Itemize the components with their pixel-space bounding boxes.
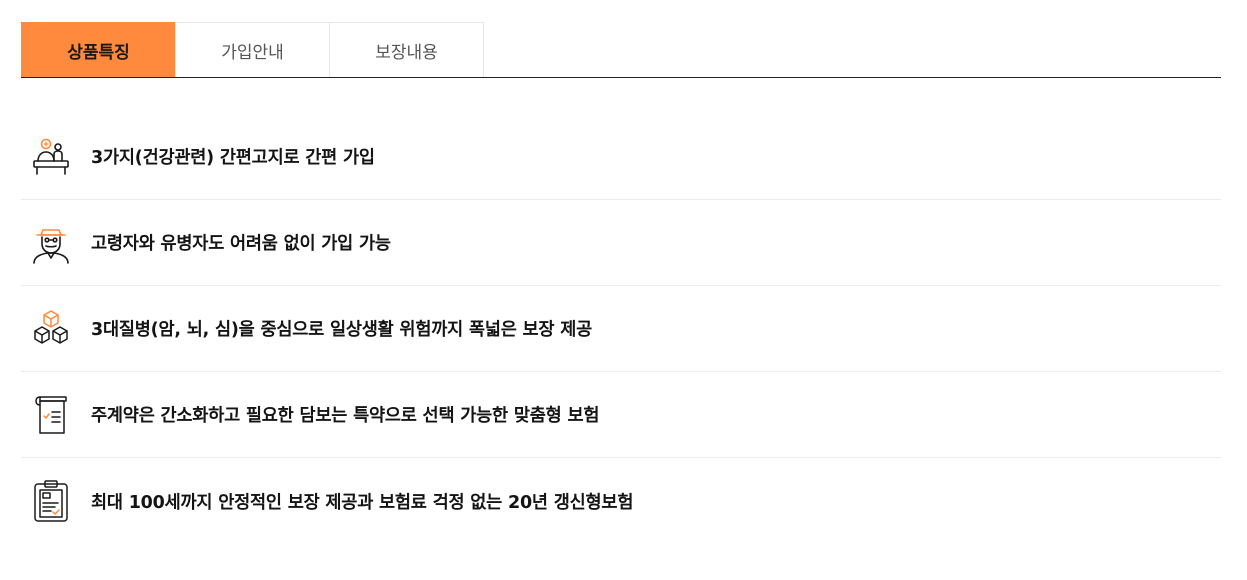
feature-text: 주계약은 간소화하고 필요한 담보는 특약으로 선택 가능한 맞춤형 보험	[91, 406, 600, 426]
feature-text: 고령자와 유병자도 어려움 없이 가입 가능	[91, 234, 391, 254]
clipboard-check-icon	[21, 458, 91, 544]
tab-enrollment-guide[interactable]: 가입안내	[175, 22, 330, 77]
feature-item: 최대 100세까지 안정적인 보장 제공과 보험료 걱정 없는 20년 갱신형보…	[21, 458, 1221, 544]
stacked-boxes-icon	[21, 286, 91, 372]
document-checklist-icon	[21, 372, 91, 458]
product-tab-bar: 상품특징 가입안내 보장내용	[21, 22, 1221, 78]
feature-item: 3가지(건강관련) 간편고지로 간편 가입	[21, 114, 1221, 200]
feature-item: 3대질병(암, 뇌, 심)을 중심으로 일상생활 위험까지 폭넓은 보장 제공	[21, 286, 1221, 372]
feature-item: 주계약은 간소화하고 필요한 담보는 특약으로 선택 가능한 맞춤형 보험	[21, 372, 1221, 458]
tab-coverage-details[interactable]: 보장내용	[329, 22, 484, 77]
feature-text: 3가지(건강관련) 간편고지로 간편 가입	[91, 148, 375, 168]
feature-text: 3대질병(암, 뇌, 심)을 중심으로 일상생활 위험까지 폭넓은 보장 제공	[91, 320, 593, 340]
feature-list: 3가지(건강관련) 간편고지로 간편 가입 고령자와 유병자도 어려움 없이 가…	[21, 114, 1221, 544]
feature-text: 최대 100세까지 안정적인 보장 제공과 보험료 걱정 없는 20년 갱신형보…	[91, 492, 634, 513]
elderly-man-icon	[21, 200, 91, 286]
tab-product-features[interactable]: 상품특징	[21, 22, 176, 77]
patient-consultation-icon	[21, 114, 91, 200]
feature-item: 고령자와 유병자도 어려움 없이 가입 가능	[21, 200, 1221, 286]
